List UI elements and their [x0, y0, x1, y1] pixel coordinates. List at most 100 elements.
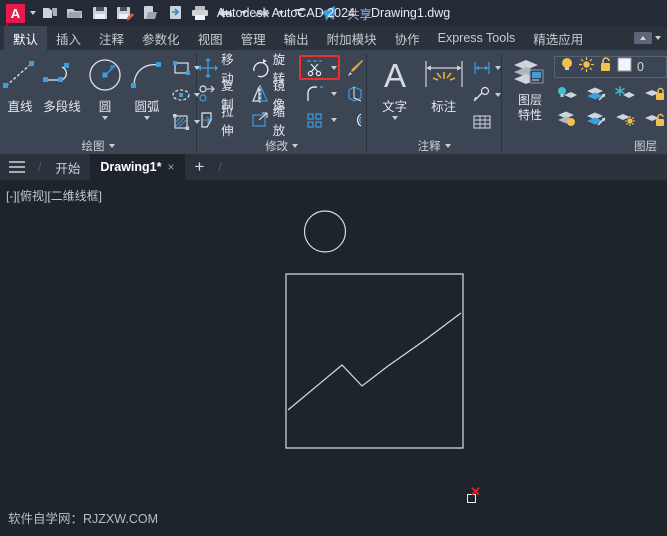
undo-dropdown-caret[interactable] [238, 2, 249, 24]
application-menu-button[interactable]: A [6, 3, 25, 27]
save-icon[interactable] [88, 2, 112, 24]
ribbon-tab-express-tools[interactable]: Express Tools [429, 26, 525, 50]
layer-unisolate-icon[interactable] [583, 107, 609, 129]
unlock-icon[interactable] [599, 57, 612, 77]
stretch-icon [197, 110, 219, 130]
save-as-icon[interactable] [113, 2, 137, 24]
document-tab-drawing1[interactable]: Drawing1* × [90, 154, 185, 180]
sun-icon[interactable] [579, 57, 594, 77]
close-icon[interactable]: × [168, 160, 175, 174]
layer-isolate-icon[interactable] [583, 82, 609, 104]
annotation-dimension-button[interactable]: 标注 [418, 53, 469, 115]
undo-icon[interactable] [213, 2, 237, 24]
3d-array-icon[interactable] [344, 84, 366, 104]
modify-stretch-button[interactable]: 拉伸 [197, 105, 243, 138]
modify-trim-highlight[interactable] [298, 55, 340, 80]
modify-array-button[interactable] [303, 107, 337, 132]
share-button[interactable]: 共享 [347, 4, 372, 23]
start-tab[interactable]: 开始 [45, 154, 90, 180]
modify-fillet-button[interactable] [303, 81, 337, 106]
new-icon[interactable] [38, 2, 62, 24]
panel-draw-expand-caret[interactable] [108, 143, 115, 148]
panel-draw-title[interactable]: 绘图 [0, 137, 196, 154]
panel-modify-title[interactable]: 修改 [197, 137, 366, 154]
panel-annotation: A 文字 标注 注释 [367, 50, 502, 154]
ribbon-tab-default[interactable]: 默认 [4, 26, 48, 50]
hamburger-icon[interactable] [0, 154, 34, 180]
modify-array-dropdown-caret[interactable] [330, 117, 337, 122]
color-swatch-icon[interactable] [617, 57, 632, 77]
draw-polyline-button[interactable]: 多段线 [40, 53, 84, 115]
customize-qat-icon[interactable] [287, 2, 311, 24]
hatch-icon[interactable] [168, 110, 194, 134]
leader-dropdown-caret[interactable] [495, 93, 502, 97]
ribbon-minimize-group [634, 26, 661, 50]
ellipse-icon[interactable] [168, 83, 194, 107]
plot-icon[interactable] [188, 2, 212, 24]
bulb-icon[interactable] [560, 57, 574, 77]
layer-on-icon[interactable] [554, 107, 580, 129]
ribbon-tab-annotate[interactable]: 注释 [90, 26, 133, 50]
table-icon[interactable] [469, 110, 495, 134]
annotation-dimension-label: 标注 [431, 100, 457, 114]
share-arrow-icon[interactable] [315, 2, 339, 24]
application-menu-caret[interactable] [27, 2, 38, 24]
draw-circle-dropdown-caret[interactable] [102, 116, 108, 120]
line-icon [0, 55, 40, 95]
erase-brush-icon[interactable] [344, 58, 366, 78]
leader-icon[interactable] [469, 83, 495, 107]
ribbon-tab-manage[interactable]: 管理 [232, 26, 275, 50]
rectangle-icon[interactable] [168, 56, 194, 80]
panel-annotation-title[interactable]: 注释 [367, 137, 501, 154]
ribbon-minimize-icon[interactable] [634, 32, 652, 44]
ribbon-tab-parametric[interactable]: 参数化 [133, 26, 189, 50]
linear-dimension-dropdown-caret[interactable] [495, 66, 502, 70]
copy-icon [197, 84, 219, 104]
modify-scale-button[interactable]: 缩放 [248, 105, 294, 138]
panel-annotation-expand-caret[interactable] [444, 143, 451, 148]
redo-dropdown-caret[interactable] [275, 2, 286, 24]
redo-icon[interactable] [250, 2, 274, 24]
panel-layers-title[interactable]: 图层 [502, 137, 667, 154]
cursor-x-marker: ✕ [470, 484, 481, 499]
layer-unlock-icon[interactable] [641, 107, 667, 129]
ribbon-tab-featured-apps[interactable]: 精选应用 [524, 26, 592, 50]
layer-properties-button[interactable]: 图层 特性 [506, 53, 554, 122]
open-icon[interactable] [63, 2, 87, 24]
open-from-web-icon[interactable] [163, 2, 187, 24]
circle-icon [84, 55, 126, 95]
layer-thaw-icon[interactable] [612, 107, 638, 129]
linear-dimension-icon[interactable] [469, 56, 495, 80]
ribbon-tab-addins[interactable]: 附加模块 [318, 26, 386, 50]
watermark-text: 软件自学网：RJZXW.COM [8, 512, 158, 526]
drawing-canvas[interactable]: [-][俯视][二维线框] ✕ 软件自学网：RJZXW.COM [0, 180, 667, 536]
draw-arc-dropdown-caret[interactable] [144, 116, 150, 120]
ribbon-tab-output[interactable]: 输出 [275, 26, 318, 50]
trim-scissors-icon[interactable] [302, 58, 328, 78]
ribbon-tab-insert[interactable]: 插入 [47, 26, 90, 50]
save-to-web-icon[interactable] [138, 2, 162, 24]
draw-line-button[interactable]: 直线 [0, 53, 40, 115]
annotation-text-button[interactable]: A 文字 [371, 53, 418, 120]
layer-freeze-icon[interactable] [612, 82, 638, 104]
layer-lock-icon[interactable] [641, 82, 667, 104]
ribbon-tab-view[interactable]: 视图 [189, 26, 232, 50]
modify-fillet-dropdown-caret[interactable] [330, 91, 337, 96]
current-layer-control[interactable]: 0 [554, 56, 667, 78]
layer-off-icon[interactable] [554, 82, 580, 104]
modify-trim-dropdown-caret[interactable] [330, 65, 337, 70]
offset-icon[interactable] [344, 110, 366, 130]
layer-properties-label-2: 特性 [517, 108, 542, 122]
rectangle-entity [285, 273, 464, 449]
draw-circle-button[interactable]: 圆 [84, 53, 126, 120]
document-tab-label: Drawing1* [100, 160, 162, 174]
draw-small-buttons [168, 53, 200, 134]
new-tab-button[interactable]: + [185, 154, 215, 180]
panel-draw-title-text: 绘图 [81, 140, 105, 153]
ribbon-minimize-caret[interactable] [655, 36, 661, 40]
ribbon-tab-collaborate[interactable]: 协作 [386, 26, 429, 50]
annotation-text-dropdown-caret[interactable] [391, 116, 398, 120]
draw-arc-button[interactable]: 圆弧 [126, 53, 168, 120]
panel-modify-expand-caret[interactable] [292, 143, 299, 148]
modify-stretch-label: 拉伸 [221, 104, 234, 138]
